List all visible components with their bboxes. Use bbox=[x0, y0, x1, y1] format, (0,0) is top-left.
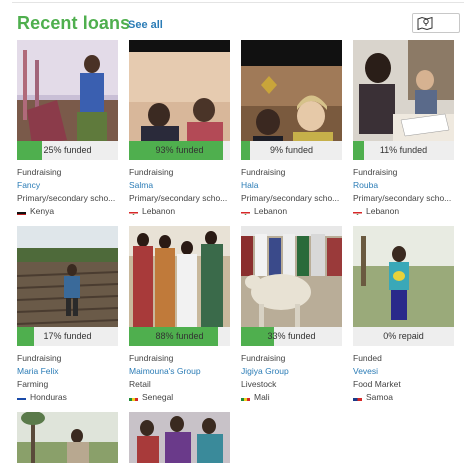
funding-progress-bar: 17% funded bbox=[17, 327, 118, 346]
borrower-photo[interactable]: 17% funded bbox=[17, 226, 118, 346]
funding-progress-bar: 33% funded bbox=[241, 327, 342, 346]
kenya-flag-icon bbox=[17, 209, 26, 215]
loan-country: Lebanon bbox=[241, 205, 342, 218]
loan-card[interactable]: 9% funded Fundraising Hala Primary/secon… bbox=[241, 40, 342, 218]
borrower-name-link[interactable]: Fancy bbox=[17, 179, 118, 192]
funding-progress-bar: 25% funded bbox=[17, 141, 118, 160]
map-view-button[interactable] bbox=[413, 14, 437, 32]
loan-country: Mali bbox=[241, 391, 342, 404]
loan-sector: Primary/secondary scho... bbox=[129, 193, 228, 203]
section-header: Recent loans See all bbox=[17, 12, 464, 36]
borrower-name-link[interactable]: Maria Felix bbox=[17, 365, 118, 378]
funding-progress-label: 17% funded bbox=[43, 331, 92, 341]
loan-sector: Livestock bbox=[241, 379, 277, 389]
borrower-photo[interactable]: 25% funded bbox=[17, 40, 118, 160]
borrower-photo[interactable] bbox=[17, 412, 118, 463]
borrower-name-link[interactable]: Jigiya Group bbox=[241, 365, 342, 378]
loan-sector: Farming bbox=[17, 379, 49, 389]
loan-card[interactable] bbox=[17, 412, 118, 463]
lebanon-flag-icon bbox=[241, 209, 250, 215]
loan-card[interactable]: 88% funded Fundraising Maimouna's Group … bbox=[129, 226, 230, 404]
lebanon-flag-icon bbox=[353, 209, 362, 215]
funding-progress-bar: 88% funded bbox=[129, 327, 230, 346]
funding-progress-label: 93% funded bbox=[155, 145, 204, 155]
loan-status: Fundraising bbox=[353, 167, 398, 177]
loan-status: Fundraising bbox=[17, 353, 62, 363]
top-divider bbox=[12, 2, 464, 3]
country-name: Lebanon bbox=[254, 206, 288, 216]
funding-progress-bar: 11% funded bbox=[353, 141, 454, 160]
borrower-photo[interactable] bbox=[129, 412, 230, 463]
see-all-link[interactable]: See all bbox=[128, 18, 163, 32]
loan-card[interactable]: 33% funded Fundraising Jigiya Group Live… bbox=[241, 226, 342, 404]
funding-progress-bar: 0% repaid bbox=[353, 327, 454, 346]
loan-card[interactable]: 25% funded Fundraising Fancy Primary/sec… bbox=[17, 40, 118, 218]
borrower-name-link[interactable]: Maimouna's Group bbox=[129, 365, 230, 378]
borrower-name-link[interactable]: Vevesi bbox=[353, 365, 454, 378]
loan-card[interactable]: 93% funded Fundraising Salma Primary/sec… bbox=[129, 40, 230, 218]
loan-sector: Food Market bbox=[353, 379, 401, 389]
loan-country: Kenya bbox=[17, 205, 118, 218]
country-name: Kenya bbox=[30, 206, 55, 216]
senegal-flag-icon bbox=[129, 395, 138, 401]
loan-card[interactable] bbox=[129, 412, 230, 463]
mali-flag-icon bbox=[241, 395, 250, 401]
loan-sector: Primary/secondary scho... bbox=[353, 193, 452, 203]
view-toggle bbox=[412, 13, 460, 33]
loan-status: Fundraising bbox=[129, 167, 174, 177]
funding-progress-label: 0% repaid bbox=[383, 331, 424, 341]
borrower-photo[interactable]: 0% repaid bbox=[353, 226, 454, 346]
country-name: Lebanon bbox=[142, 206, 176, 216]
borrower-photo[interactable]: 88% funded bbox=[129, 226, 230, 346]
loan-status: Fundraising bbox=[129, 353, 174, 363]
country-name: Lebanon bbox=[366, 206, 400, 216]
honduras-flag-icon bbox=[17, 395, 26, 401]
loan-country: Samoa bbox=[353, 391, 454, 404]
lebanon-flag-icon bbox=[129, 209, 138, 215]
funding-progress-label: 9% funded bbox=[269, 145, 314, 155]
section-title: Recent loans bbox=[17, 13, 131, 33]
country-name: Mali bbox=[254, 392, 270, 402]
borrower-photo[interactable]: 33% funded bbox=[241, 226, 342, 346]
country-name: Honduras bbox=[30, 392, 67, 402]
loan-status: Fundraising bbox=[241, 353, 286, 363]
country-name: Senegal bbox=[142, 392, 174, 402]
loan-card[interactable]: 11% funded Fundraising Rouba Primary/sec… bbox=[353, 40, 454, 218]
loan-sector: Primary/secondary scho... bbox=[241, 193, 340, 203]
loan-country: Senegal bbox=[129, 391, 230, 404]
country-name: Samoa bbox=[366, 392, 393, 402]
borrower-name-link[interactable]: Hala bbox=[241, 179, 342, 192]
loan-sector: Retail bbox=[129, 379, 151, 389]
loan-status: Fundraising bbox=[241, 167, 286, 177]
loan-sector: Primary/secondary scho... bbox=[17, 193, 116, 203]
loan-status: Funded bbox=[353, 353, 382, 363]
borrower-photo[interactable]: 11% funded bbox=[353, 40, 454, 160]
loan-country: Lebanon bbox=[129, 205, 230, 218]
map-icon bbox=[417, 16, 433, 30]
borrower-photo[interactable]: 93% funded bbox=[129, 40, 230, 160]
funding-progress-label: 33% funded bbox=[267, 331, 316, 341]
funding-progress-bar: 9% funded bbox=[241, 141, 342, 160]
funding-progress-label: 25% funded bbox=[43, 145, 92, 155]
borrower-name-link[interactable]: Salma bbox=[129, 179, 230, 192]
borrower-name-link[interactable]: Rouba bbox=[353, 179, 454, 192]
funding-progress-label: 88% funded bbox=[155, 331, 204, 341]
borrower-photo[interactable]: 9% funded bbox=[241, 40, 342, 160]
funding-progress-label: 11% funded bbox=[379, 145, 428, 155]
loan-card[interactable]: 0% repaid Funded Vevesi Food Market Samo… bbox=[353, 226, 454, 404]
loan-country: Lebanon bbox=[353, 205, 454, 218]
loan-card[interactable]: 17% funded Fundraising Maria Felix Farmi… bbox=[17, 226, 118, 404]
loan-country: Honduras bbox=[17, 391, 118, 404]
loan-status: Fundraising bbox=[17, 167, 62, 177]
funding-progress-bar: 93% funded bbox=[129, 141, 230, 160]
samoa-flag-icon bbox=[353, 395, 362, 401]
